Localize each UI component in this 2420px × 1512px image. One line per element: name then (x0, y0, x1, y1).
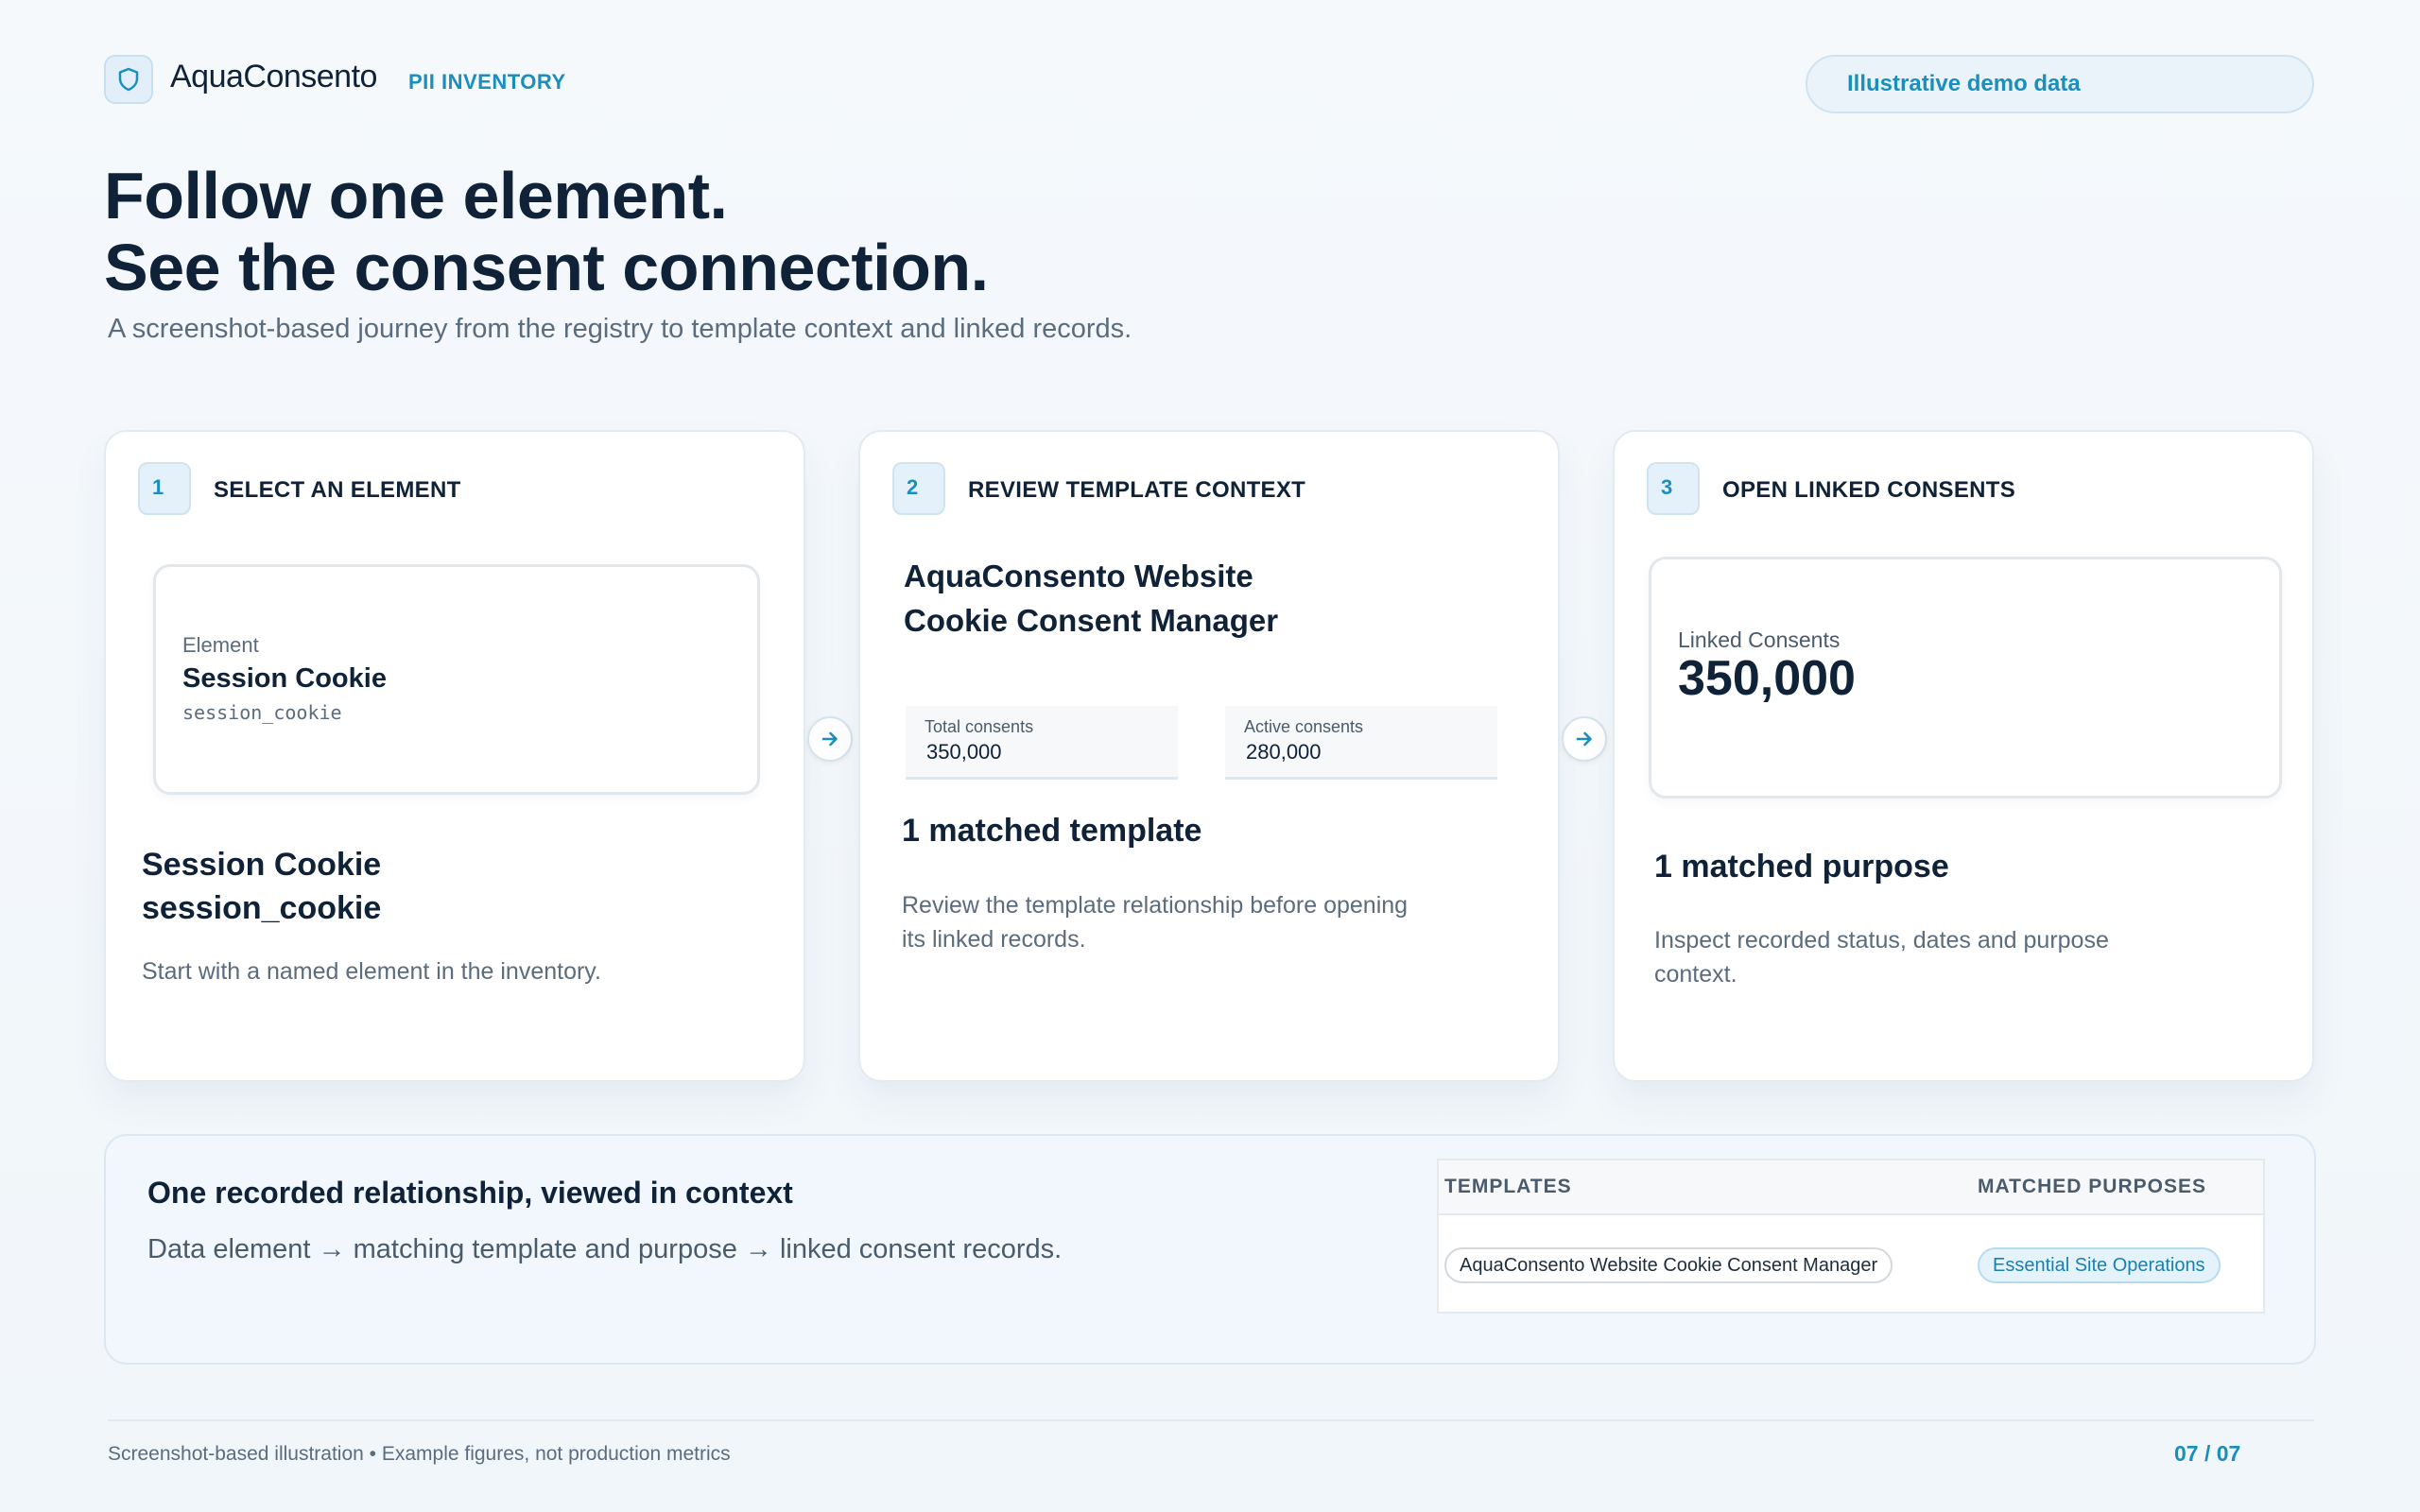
element-preview[interactable]: Element Session Cookie session_cookie (153, 564, 760, 795)
step-number-badge: 3 (1647, 462, 1700, 515)
matched-template-heading: 1 matched template (902, 813, 1202, 849)
element-heading-name: Session Cookie (142, 847, 382, 883)
linked-consents-preview[interactable]: Linked Consents 350,000 (1649, 557, 2282, 799)
template-name-line-2: Cookie Consent Manager (904, 602, 1279, 638)
element-preview-name: Session Cookie (182, 663, 387, 694)
stat-label: Total consents (925, 717, 1034, 736)
summary-title: One recorded relationship, viewed in con… (147, 1176, 793, 1210)
linked-consents-value: 350,000 (1678, 651, 1856, 706)
template-name: AquaConsento Website Cookie Consent Mana… (904, 555, 1278, 644)
step-card-select-element: 1 SELECT AN ELEMENT Element Session Cook… (104, 430, 805, 1082)
relationship-summary-panel: One recorded relationship, viewed in con… (104, 1134, 2316, 1365)
demo-data-badge: Illustrative demo data (1806, 55, 2314, 113)
stat-value: 350,000 (926, 740, 1002, 764)
element-preview-code: session_cookie (182, 701, 342, 724)
footer-divider (108, 1419, 2314, 1421)
hero-subtitle: A screenshot-based journey from the regi… (108, 314, 1132, 344)
hero-title-line-1: Follow one element. (104, 159, 728, 232)
element-heading-code: session_cookie (142, 890, 382, 926)
step-connector (807, 716, 853, 762)
step-number-badge: 2 (892, 462, 945, 515)
table-header: TEMPLATES MATCHED PURPOSES (1439, 1160, 2263, 1215)
footer-note: Screenshot-based illustration • Example … (108, 1443, 731, 1465)
stat-value: 280,000 (1246, 740, 1322, 764)
hero-title-line-2: See the consent connection. (104, 231, 989, 304)
step-title: SELECT AN ELEMENT (214, 477, 461, 503)
step-number-badge: 1 (138, 462, 191, 515)
step-description-line-2: its linked records. (902, 926, 1086, 953)
arrow-right-icon (1576, 731, 1592, 747)
element-preview-label: Element (182, 633, 259, 657)
matched-purpose-heading: 1 matched purpose (1654, 849, 1949, 885)
step-title: OPEN LINKED CONSENTS (1722, 477, 2016, 503)
brand-name: AquaConsento (170, 59, 377, 94)
step-description: Start with a named element in the invent… (142, 958, 601, 985)
column-header-templates: TEMPLATES (1444, 1176, 1572, 1197)
step-card-linked-consents: 3 OPEN LINKED CONSENTS Linked Consents 3… (1613, 430, 2314, 1082)
column-header-matched-purposes: MATCHED PURPOSES (1978, 1176, 2206, 1197)
summary-description: Data element → matching template and pur… (147, 1234, 1063, 1264)
step-card-template-context: 2 REVIEW TEMPLATE CONTEXT AquaConsento W… (858, 430, 1560, 1082)
template-chip[interactable]: AquaConsento Website Cookie Consent Mana… (1444, 1247, 1893, 1283)
section-tag: PII INVENTORY (408, 70, 566, 94)
shield-icon (118, 67, 139, 92)
stat-total-consents: Total consents 350,000 (906, 706, 1178, 780)
stat-label: Active consents (1244, 717, 1364, 736)
purpose-chip[interactable]: Essential Site Operations (1978, 1247, 2221, 1283)
linked-consents-label: Linked Consents (1678, 627, 1841, 652)
step-description-line-2: context. (1654, 961, 1737, 988)
stat-active-consents: Active consents 280,000 (1225, 706, 1497, 780)
step-connector (1562, 716, 1607, 762)
brand-logo (104, 55, 153, 104)
relationship-table: TEMPLATES MATCHED PURPOSES AquaConsento … (1437, 1159, 2265, 1314)
arrow-right-icon (821, 731, 838, 747)
step-description-line-1: Review the template relationship before … (902, 892, 1409, 919)
step-title: REVIEW TEMPLATE CONTEXT (968, 477, 1306, 503)
step-description-line-1: Inspect recorded status, dates and purpo… (1654, 927, 2109, 954)
page-indicator: 07 / 07 (2174, 1441, 2241, 1466)
template-name-line-1: AquaConsento Website (904, 558, 1253, 593)
